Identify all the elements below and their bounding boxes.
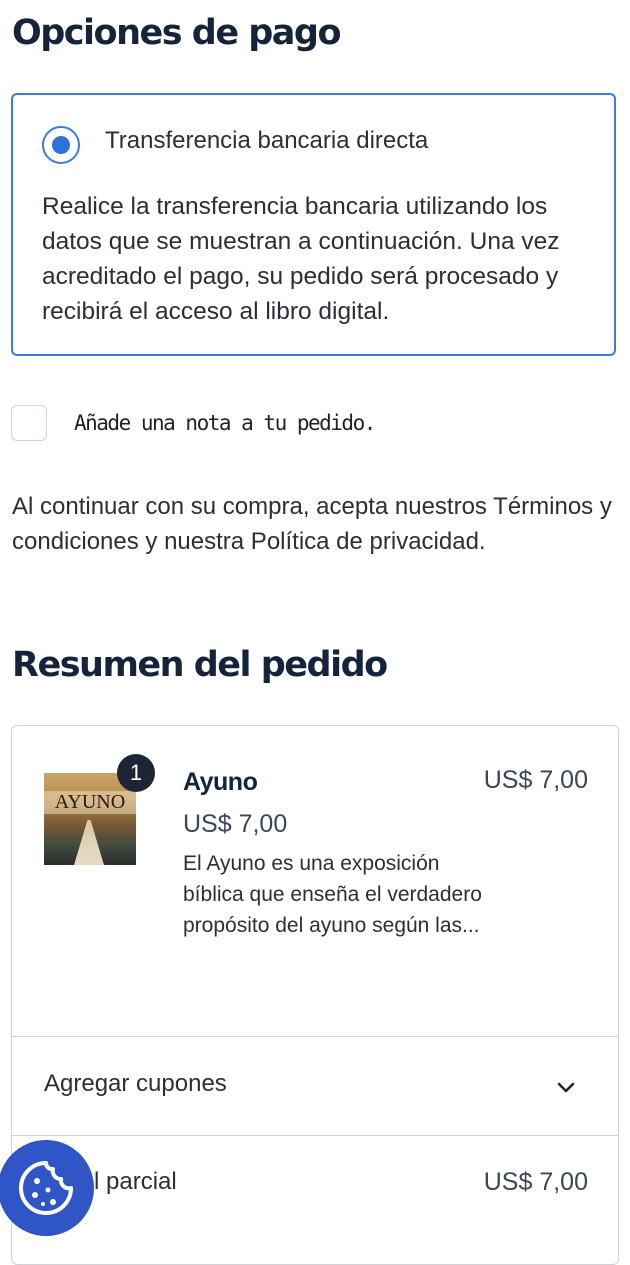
product-name: Ayuno — [183, 768, 258, 796]
subtotal-value: US$ 7,00 — [483, 1168, 588, 1196]
order-note-checkbox[interactable] — [11, 405, 47, 441]
order-summary-title: Resumen del pedido — [12, 645, 388, 685]
divider — [12, 1135, 618, 1136]
product-description: El Ayuno es una exposición bíblica que e… — [183, 852, 482, 937]
subtotal-label: l parcial — [94, 1168, 177, 1195]
product-line-total: US$ 7,00 — [483, 766, 588, 794]
cookie-icon — [19, 1161, 73, 1215]
chevron-down-icon[interactable] — [554, 1076, 578, 1100]
terms-notice: Al continuar con su compra, acepta nuest… — [12, 493, 612, 555]
payment-option-label[interactable]: Transferencia bancaria directa — [105, 127, 428, 155]
divider — [12, 1036, 618, 1037]
cookie-settings-button[interactable] — [0, 1140, 94, 1236]
order-note-label[interactable]: Añade una nota a tu pedido. — [74, 411, 376, 435]
product-unit-price: US$ 7,00 — [183, 810, 288, 838]
order-summary-panel: AYUNO 1 Ayuno US$ 7,00 El Ayuno es una e… — [11, 725, 619, 1265]
payment-radio[interactable] — [42, 126, 80, 164]
cover-road-graphic — [74, 820, 104, 865]
payment-option-bank-transfer[interactable]: Transferencia bancaria directa Realice l… — [11, 93, 616, 356]
payment-option-description: Realice la transferencia bancaria utiliz… — [42, 193, 560, 325]
radio-selected-dot — [52, 136, 70, 154]
add-coupons-toggle[interactable]: Agregar cupones — [44, 1070, 227, 1098]
product-cover-title: AYUNO — [44, 791, 136, 814]
payment-options-title: Opciones de pago — [12, 13, 342, 53]
quantity-badge: 1 — [117, 754, 155, 792]
